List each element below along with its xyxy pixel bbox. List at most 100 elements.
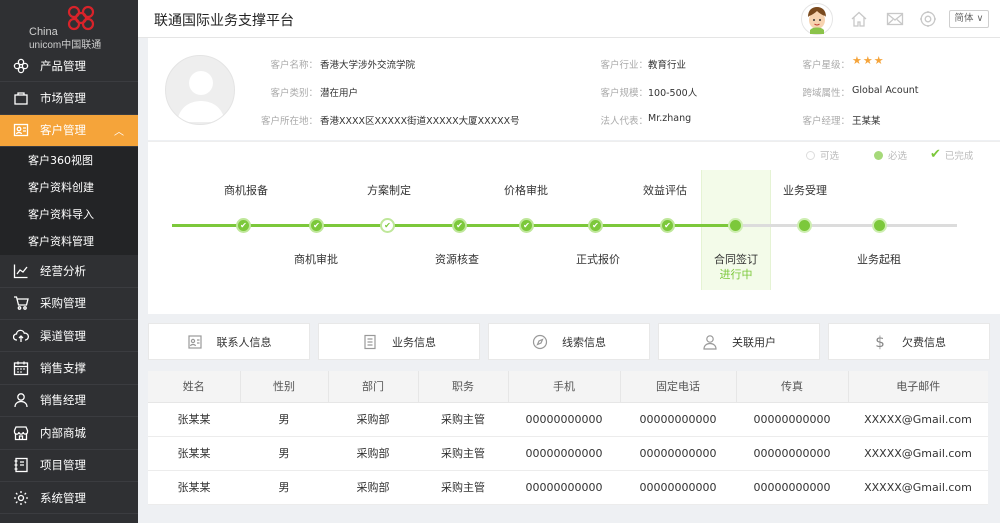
column-header[interactable]: 部门 [328, 371, 419, 403]
sidebar-item-customer[interactable]: 客户管理 ︿ [0, 114, 138, 148]
cell-email: XXXXX@Gmail.com [848, 402, 988, 437]
column-header[interactable]: 性别 [240, 371, 329, 403]
stage-node-done[interactable]: ✔ [309, 218, 324, 233]
logo-unicom-text: unicom中国联通 [29, 40, 102, 51]
legend-optional-text: 可选 [820, 151, 840, 162]
unicom-logo: China unicom中国联通 [0, 0, 138, 51]
stage-node-done[interactable]: ✔ [660, 218, 675, 233]
sidebar-item-project[interactable]: 项目管理 [0, 450, 138, 482]
sidebar-item-label: 项目管理 [40, 458, 86, 473]
column-header[interactable]: 姓名 [148, 371, 241, 403]
contact-card-icon [187, 334, 203, 350]
stage-status-in-progress: 进行中 [719, 268, 753, 281]
dollar-icon: $ [875, 332, 885, 351]
sidebar-item-internal-shop[interactable]: 内部商城 [0, 417, 138, 450]
top-header: 联通国际业务支撑平台 简体 ∨ [138, 0, 1000, 38]
stage-node-done[interactable]: ✔ [452, 218, 467, 233]
cell-phone: 00000000000 [620, 470, 736, 505]
table-row[interactable]: 张某某 男 采购部 采购主管 00000000000 00000000000 0… [148, 436, 988, 471]
legal-rep-value: Mr.zhang [648, 113, 692, 124]
column-header[interactable]: 固定电话 [620, 371, 737, 403]
column-header[interactable]: 传真 [736, 371, 849, 403]
customer-name-value: 香港大学涉外交流学院 [320, 60, 416, 71]
compass-icon [532, 334, 548, 350]
stage-label: 商机审批 [294, 253, 338, 266]
cart-icon [12, 294, 30, 312]
sidebar-item-purchase[interactable]: 采购管理 [0, 288, 138, 320]
home-icon[interactable] [850, 10, 868, 28]
submenu-item-create[interactable]: 客户资料创建 [0, 174, 138, 201]
language-select[interactable]: 简体 ∨ [949, 10, 989, 28]
cell-fax: 00000000000 [736, 402, 848, 437]
customer-location-label: 客户所在地： [260, 116, 318, 127]
sidebar-item-market[interactable]: 市场管理 [0, 82, 138, 115]
sidebar-item-label: 市场管理 [40, 91, 86, 106]
customer-industry-label: 客户行业： [600, 60, 648, 71]
submenu-item-import[interactable]: 客户资料导入 [0, 201, 138, 228]
gear-icon [12, 489, 30, 507]
stage-node-pending[interactable] [797, 218, 812, 233]
tab-arrears[interactable]: $ 欠费信息 [828, 323, 990, 360]
customer-name-label: 客户名称： [270, 60, 318, 71]
cell-position: 采购主管 [418, 402, 508, 437]
stage-label: 合同签订 [714, 253, 758, 266]
submenu-item-360-view[interactable]: 客户360视图 [0, 147, 138, 174]
legend-required-text: 必选 [888, 151, 908, 162]
stage-node-current[interactable] [728, 218, 743, 233]
tab-business[interactable]: 业务信息 [318, 323, 480, 360]
sidebar-item-label: 销售经理 [40, 393, 86, 408]
stage-label: 效益评估 [643, 184, 687, 197]
stage-node-done[interactable]: ✔ [519, 218, 534, 233]
sidebar-item-product[interactable]: 产品管理 [0, 50, 138, 83]
column-header[interactable]: 职务 [418, 371, 509, 403]
required-dot-icon [874, 150, 883, 160]
user-icon [702, 334, 718, 350]
sidebar-item-system[interactable]: 系统管理 [0, 482, 138, 515]
tab-contacts[interactable]: 联系人信息 [148, 323, 310, 360]
cell-department: 采购部 [328, 436, 418, 471]
legend-optional: 可选 [806, 148, 839, 162]
page-title: 联通国际业务支撑平台 [154, 13, 294, 29]
document-icon [362, 334, 378, 350]
column-header[interactable]: 电子邮件 [848, 371, 988, 403]
stage-label: 正式报价 [576, 253, 620, 266]
stage-label: 资源核查 [435, 253, 479, 266]
table-row[interactable]: 张某某 男 采购部 采购主管 00000000000 00000000000 0… [148, 470, 988, 505]
stage-node-done[interactable]: ✔ [588, 218, 603, 233]
book-icon [12, 456, 30, 474]
customer-type-value: 潜在用户 [320, 88, 359, 99]
stage-node-done-optional[interactable]: ✔ [380, 218, 395, 233]
tab-label: 业务信息 [392, 335, 436, 349]
sidebar-item-sales-manager[interactable]: 销售经理 [0, 385, 138, 418]
cell-name: 张某某 [148, 470, 240, 505]
star-icon: ★ [862, 54, 874, 67]
sidebar-item-sales-support[interactable]: 销售支撑 [0, 352, 138, 385]
sidebar-item-channel[interactable]: 渠道管理 [0, 320, 138, 353]
stage-label: 方案制定 [367, 184, 411, 197]
avatar[interactable] [801, 3, 833, 35]
sidebar-item-label: 销售支撑 [40, 361, 86, 376]
tab-leads[interactable]: 线索信息 [488, 323, 650, 360]
sidebar-item-analysis[interactable]: 经营分析 [0, 255, 138, 288]
cell-name: 张某某 [148, 402, 240, 437]
stage-node-done[interactable]: ✔ [236, 218, 251, 233]
customer-location-value: 香港XXXX区XXXXX街道XXXXX大厦XXXXX号 [320, 116, 520, 127]
settings-icon[interactable] [919, 10, 937, 28]
cell-phone: 00000000000 [620, 436, 736, 471]
tab-label: 关联用户 [732, 335, 776, 349]
column-header[interactable]: 手机 [508, 371, 621, 403]
stage-node-pending[interactable] [872, 218, 887, 233]
tab-related-users[interactable]: 关联用户 [658, 323, 820, 360]
customer-icon [12, 121, 30, 139]
stage-label: 价格审批 [504, 184, 548, 197]
stage-label: 业务受理 [783, 184, 827, 197]
check-icon: ✔ [313, 220, 320, 230]
star-rating: ★★★ [852, 54, 885, 67]
customer-type-label: 客户类别： [270, 88, 318, 99]
market-icon [12, 89, 30, 107]
sidebar-item-label: 渠道管理 [40, 328, 86, 343]
customer-scale-label: 客户规模： [600, 88, 648, 99]
table-row[interactable]: 张某某 男 采购部 采购主管 00000000000 00000000000 0… [148, 402, 988, 437]
mail-icon[interactable] [886, 10, 904, 28]
submenu-item-manage[interactable]: 客户资料管理 [0, 228, 138, 255]
